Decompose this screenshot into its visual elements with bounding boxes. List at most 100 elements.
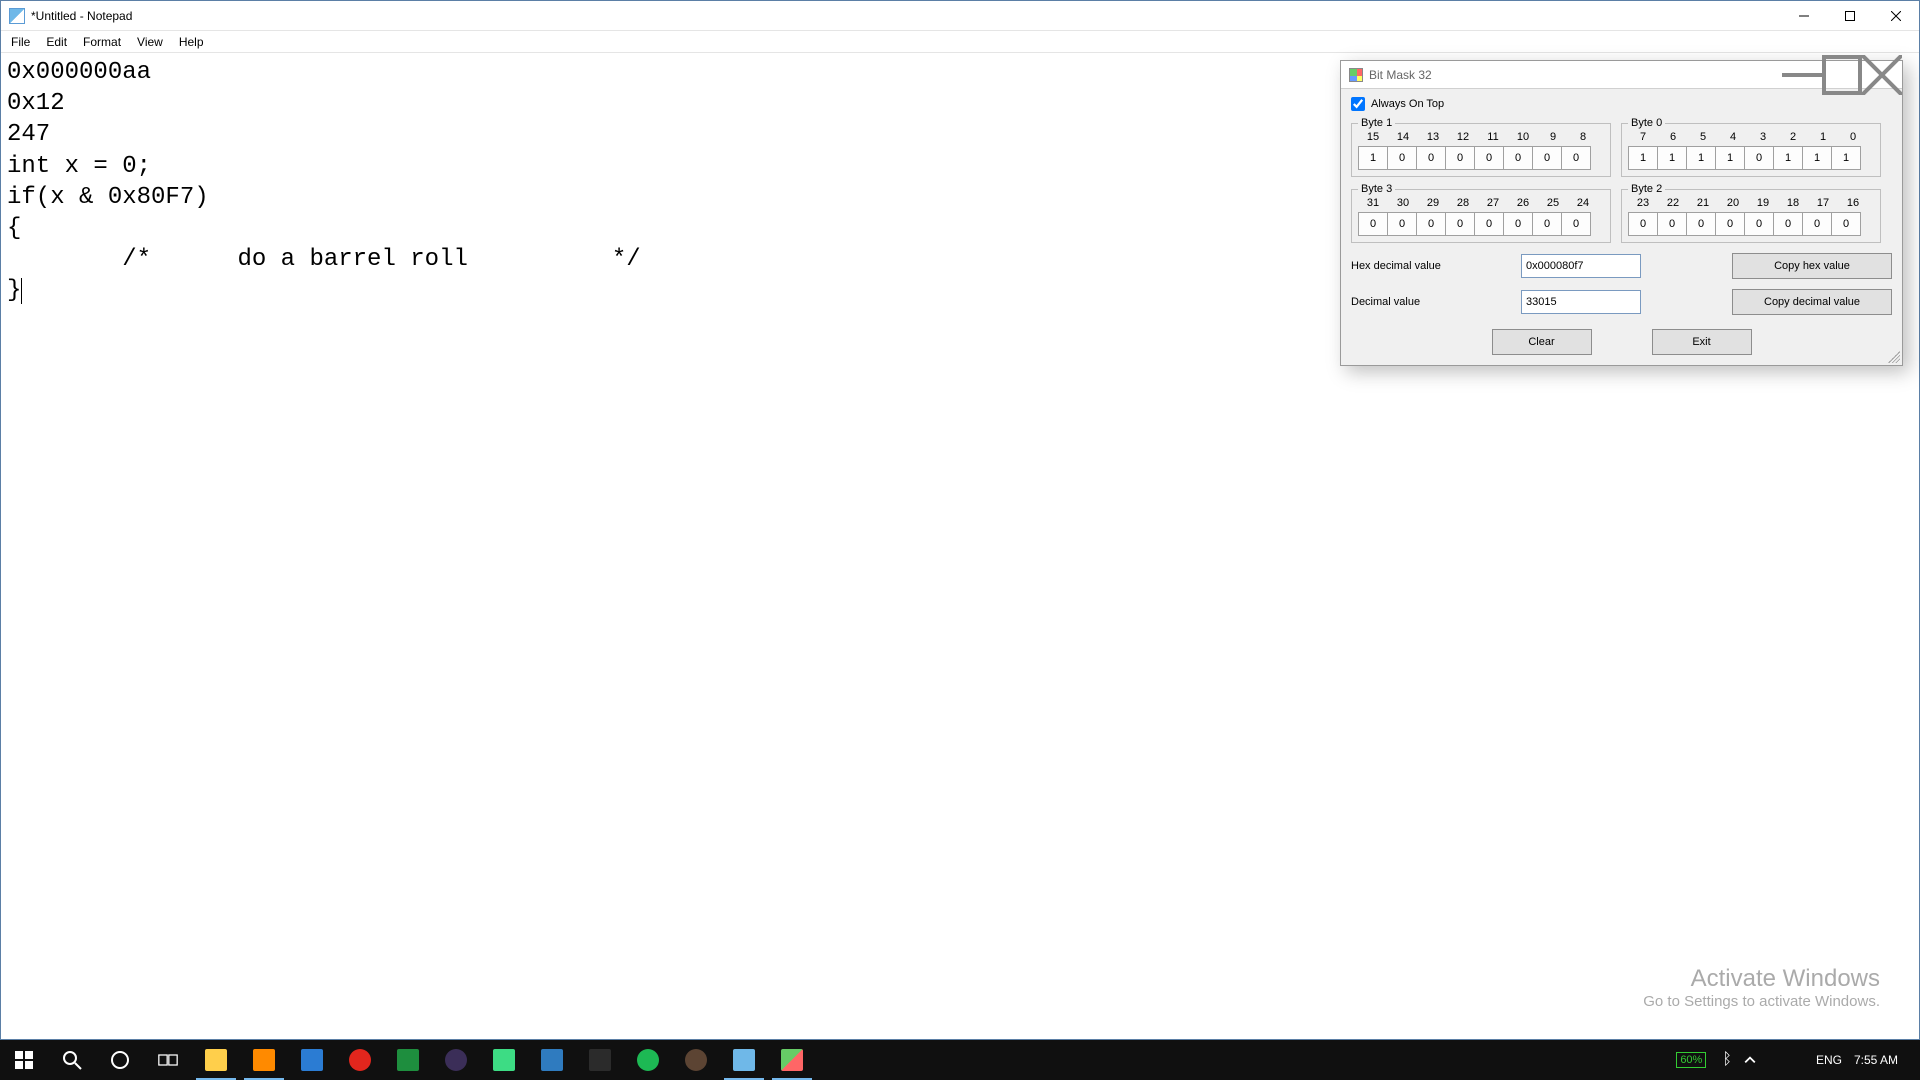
- battery-indicator[interactable]: 60%: [1670, 1040, 1716, 1080]
- bit-toggle[interactable]: 0: [1831, 212, 1861, 236]
- bit-toggle[interactable]: 1: [1715, 146, 1745, 170]
- tray-lang[interactable]: ENG: [1810, 1040, 1848, 1080]
- bit-toggle[interactable]: 0: [1474, 146, 1504, 170]
- always-on-top-input[interactable]: [1351, 97, 1365, 111]
- tray-keyboard-icon[interactable]: [1798, 1040, 1810, 1080]
- bit-toggle[interactable]: 1: [1686, 146, 1716, 170]
- bit-label: 18: [1778, 197, 1808, 209]
- taskbar-app-eclipse[interactable]: [432, 1040, 480, 1080]
- taskview-button[interactable]: [144, 1040, 192, 1080]
- bitmask-title: Bit Mask 32: [1369, 68, 1782, 82]
- bit-label: 16: [1838, 197, 1868, 209]
- bit-toggle[interactable]: 0: [1628, 212, 1658, 236]
- menu-help[interactable]: Help: [171, 33, 212, 51]
- bit-label: 22: [1658, 197, 1688, 209]
- battery-percent: 60%: [1676, 1052, 1706, 1068]
- hex-input[interactable]: [1521, 254, 1641, 278]
- dec-label: Decimal value: [1351, 296, 1511, 308]
- bit-toggle[interactable]: 0: [1802, 212, 1832, 236]
- bit-toggle[interactable]: 0: [1532, 146, 1562, 170]
- byte1-label: Byte 1: [1358, 117, 1395, 129]
- bit-toggle[interactable]: 0: [1503, 146, 1533, 170]
- taskbar-app-spotify[interactable]: [624, 1040, 672, 1080]
- bit-toggle[interactable]: 1: [1358, 146, 1388, 170]
- bit-toggle[interactable]: 1: [1657, 146, 1687, 170]
- search-button[interactable]: [48, 1040, 96, 1080]
- menu-edit[interactable]: Edit: [38, 33, 75, 51]
- copy-hex-button[interactable]: Copy hex value: [1732, 253, 1892, 279]
- tray-wifi-icon[interactable]: [1786, 1040, 1798, 1080]
- bit-toggle[interactable]: 1: [1628, 146, 1658, 170]
- menu-view[interactable]: View: [129, 33, 171, 51]
- bit-toggle[interactable]: 0: [1416, 146, 1446, 170]
- tray-volume-icon[interactable]: [1774, 1040, 1786, 1080]
- bit-toggle[interactable]: 0: [1416, 212, 1446, 236]
- taskbar-app-excel[interactable]: [384, 1040, 432, 1080]
- resize-grip-icon[interactable]: [1888, 351, 1900, 363]
- bit-toggle[interactable]: 0: [1744, 146, 1774, 170]
- taskbar-app-movies[interactable]: [240, 1040, 288, 1080]
- bit-toggle[interactable]: 0: [1773, 212, 1803, 236]
- bitmask-minimize-button[interactable]: [1782, 61, 1822, 88]
- activate-windows-watermark: Activate Windows Go to Settings to activ…: [1643, 965, 1880, 1010]
- copy-dec-button[interactable]: Copy decimal value: [1732, 289, 1892, 315]
- menu-format[interactable]: Format: [75, 33, 129, 51]
- clear-button[interactable]: Clear: [1492, 329, 1592, 355]
- start-button[interactable]: [0, 1040, 48, 1080]
- byte0-label: Byte 0: [1628, 117, 1665, 129]
- bit-toggle[interactable]: 0: [1445, 146, 1475, 170]
- notepad-titlebar[interactable]: *Untitled - Notepad: [1, 1, 1919, 31]
- bit-label: 17: [1808, 197, 1838, 209]
- dec-input[interactable]: [1521, 290, 1641, 314]
- bit-toggle[interactable]: 1: [1802, 146, 1832, 170]
- taskbar-app-bitmask[interactable]: [768, 1040, 816, 1080]
- taskbar-app-notepad[interactable]: [720, 1040, 768, 1080]
- bit-label: 27: [1478, 197, 1508, 209]
- bitmask-maximize-button[interactable]: [1822, 61, 1862, 88]
- close-button[interactable]: [1873, 1, 1919, 30]
- exit-button[interactable]: Exit: [1652, 329, 1752, 355]
- taskbar-app-android-studio[interactable]: [480, 1040, 528, 1080]
- bit-toggle[interactable]: 0: [1744, 212, 1774, 236]
- maximize-button[interactable]: [1827, 1, 1873, 30]
- bit-toggle[interactable]: 1: [1831, 146, 1861, 170]
- bit-toggle[interactable]: 0: [1503, 212, 1533, 236]
- byte3-group: Byte 3 31 30 29 28 27 26 25 24 0 0 0 0 0: [1351, 183, 1611, 243]
- bit-label: 6: [1658, 131, 1688, 143]
- bit-toggle[interactable]: 0: [1358, 212, 1388, 236]
- bit-toggle[interactable]: 0: [1387, 146, 1417, 170]
- always-on-top-checkbox[interactable]: Always On Top: [1351, 97, 1892, 111]
- bit-toggle[interactable]: 0: [1532, 212, 1562, 236]
- bit-toggle[interactable]: 0: [1686, 212, 1716, 236]
- bit-toggle[interactable]: 0: [1561, 212, 1591, 236]
- tray-time[interactable]: 7:55 AM: [1848, 1040, 1904, 1080]
- bitmask-close-button[interactable]: [1862, 61, 1902, 88]
- bit-label: 14: [1388, 131, 1418, 143]
- taskbar-app-terminal[interactable]: [576, 1040, 624, 1080]
- taskbar-app-gimp[interactable]: [672, 1040, 720, 1080]
- taskbar-app-file-explorer[interactable]: [192, 1040, 240, 1080]
- bit-label: 1: [1808, 131, 1838, 143]
- cortana-button[interactable]: [96, 1040, 144, 1080]
- taskbar-app-opera[interactable]: [336, 1040, 384, 1080]
- bit-toggle[interactable]: 1: [1773, 146, 1803, 170]
- tray-power-icon[interactable]: [1762, 1040, 1774, 1080]
- byte3-label: Byte 3: [1358, 183, 1395, 195]
- taskbar-app-vscode[interactable]: [528, 1040, 576, 1080]
- bit-label: 8: [1568, 131, 1598, 143]
- bit-toggle[interactable]: 0: [1474, 212, 1504, 236]
- tray-bluetooth-icon[interactable]: ᛒ: [1716, 1040, 1738, 1080]
- bitmask-titlebar[interactable]: Bit Mask 32: [1341, 61, 1902, 89]
- bit-toggle[interactable]: 0: [1715, 212, 1745, 236]
- always-on-top-label: Always On Top: [1371, 98, 1444, 110]
- taskbar-app-photos[interactable]: [288, 1040, 336, 1080]
- tray-notifications-icon[interactable]: [1904, 1040, 1916, 1080]
- notepad-content: 0x000000aa 0x12 247 int x = 0; if(x & 0x…: [7, 59, 641, 304]
- bit-toggle[interactable]: 0: [1387, 212, 1417, 236]
- bit-toggle[interactable]: 0: [1657, 212, 1687, 236]
- bit-toggle[interactable]: 0: [1445, 212, 1475, 236]
- menu-file[interactable]: File: [3, 33, 38, 51]
- bit-toggle[interactable]: 0: [1561, 146, 1591, 170]
- minimize-button[interactable]: [1781, 1, 1827, 30]
- tray-chevron-up-icon[interactable]: [1738, 1040, 1762, 1080]
